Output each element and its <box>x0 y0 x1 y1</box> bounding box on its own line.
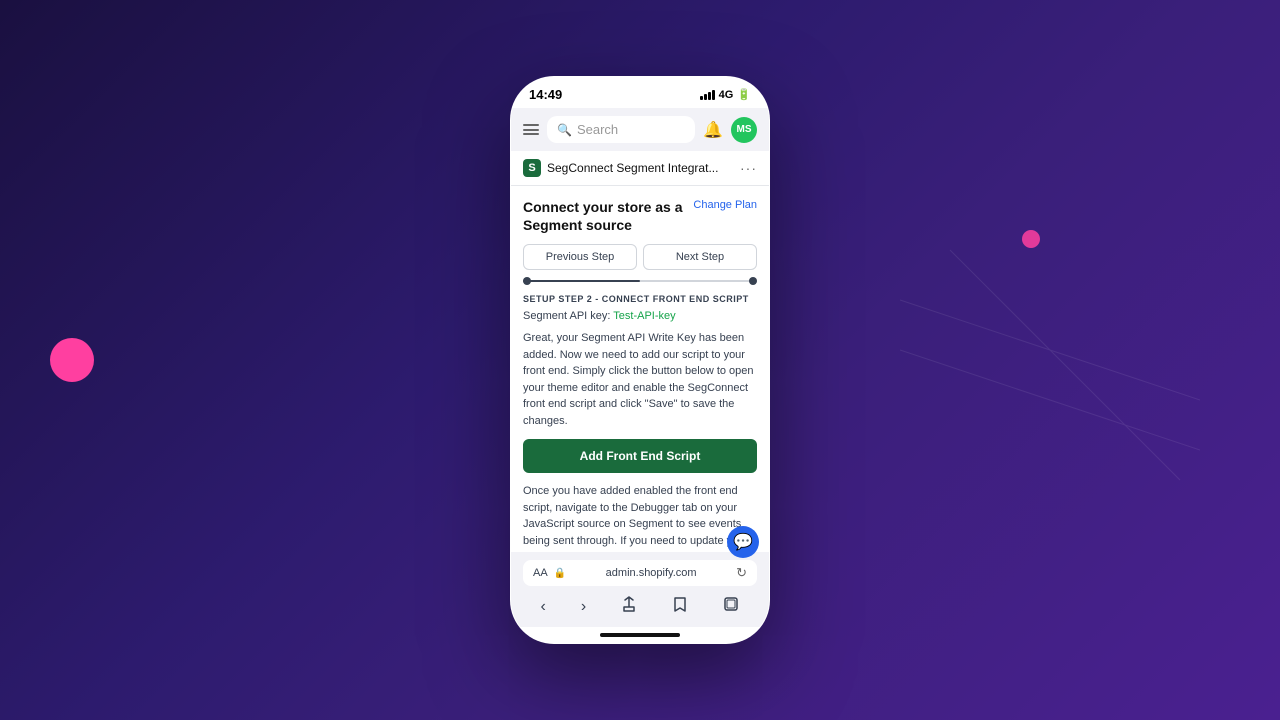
share-button[interactable] <box>615 594 643 619</box>
api-key-value: Test-API-key <box>613 310 675 322</box>
section-header-row: Connect your store as a Segment source C… <box>523 198 757 234</box>
tabs-button[interactable] <box>717 594 745 619</box>
url-text: admin.shopify.com <box>572 567 730 579</box>
notifications-button[interactable]: 🔔 <box>703 120 723 140</box>
hamburger-button[interactable] <box>523 124 539 135</box>
url-bar: AA 🔒 admin.shopify.com ↻ <box>523 560 757 586</box>
api-key-row: Segment API key: Test-API-key <box>523 310 757 322</box>
add-front-end-script-button[interactable]: Add Front End Script <box>523 439 757 473</box>
back-button[interactable]: ‹ <box>535 596 552 618</box>
search-icon: 🔍 <box>557 123 572 137</box>
description-text: Great, your Segment API Write Key has be… <box>523 330 757 429</box>
change-plan-button[interactable]: Change Plan <box>693 198 757 212</box>
chat-icon: 💬 <box>733 532 753 552</box>
previous-step-button[interactable]: Previous Step <box>523 244 637 270</box>
bottom-navigation: ‹ › <box>523 594 757 619</box>
bg-circle-pink <box>50 338 94 382</box>
chat-button[interactable]: 💬 <box>727 526 759 552</box>
search-bar[interactable]: 🔍 Search <box>547 116 695 143</box>
app-title-row: S SegConnect Segment Integrat... <box>523 159 718 177</box>
bg-decorative-lines <box>900 200 1200 500</box>
aa-label: AA <box>533 567 548 579</box>
bottom-description: Once you have added enabled the front en… <box>523 483 757 552</box>
hamburger-line <box>523 124 539 126</box>
status-time: 14:49 <box>529 87 562 102</box>
user-avatar-button[interactable]: MS <box>731 117 757 143</box>
progress-dot-end <box>749 277 757 285</box>
section-title: Connect your store as a Segment source <box>523 198 685 234</box>
home-indicator <box>511 627 769 643</box>
reload-button[interactable]: ↻ <box>736 565 747 581</box>
hamburger-line <box>523 129 539 131</box>
battery-icon: 🔋 <box>737 88 751 101</box>
page-content: S SegConnect Segment Integrat... ··· Con… <box>511 151 769 552</box>
step-navigation: Previous Step Next Step <box>523 244 757 270</box>
search-placeholder: Search <box>577 122 618 137</box>
lock-icon: 🔒 <box>554 568 566 579</box>
progress-dot-start <box>523 277 531 285</box>
more-options-button[interactable]: ··· <box>740 160 757 176</box>
bottom-bar: AA 🔒 admin.shopify.com ↻ ‹ › <box>511 552 769 627</box>
home-bar <box>600 633 680 637</box>
status-bar: 14:49 4G 🔋 <box>511 77 769 108</box>
api-key-label: Segment API key: <box>523 310 610 322</box>
browser-nav-bar: 🔍 Search 🔔 MS <box>511 108 769 151</box>
hamburger-line <box>523 133 539 135</box>
forward-button[interactable]: › <box>575 596 592 618</box>
signal-icon <box>700 90 715 100</box>
next-step-button[interactable]: Next Step <box>643 244 757 270</box>
bookmarks-button[interactable] <box>666 594 694 619</box>
app-title: SegConnect Segment Integrat... <box>547 161 718 175</box>
app-icon: S <box>523 159 541 177</box>
scroll-area: Connect your store as a Segment source C… <box>511 186 769 552</box>
progress-bar <box>523 278 757 284</box>
app-header: S SegConnect Segment Integrat... ··· <box>511 151 769 186</box>
setup-step-label: SETUP STEP 2 - CONNECT FRONT END SCRIPT <box>523 294 757 304</box>
progress-track <box>523 280 757 282</box>
progress-fill <box>523 280 640 282</box>
network-indicator: 4G <box>719 89 734 101</box>
phone-frame: 14:49 4G 🔋 🔍 Search 🔔 MS <box>510 76 770 644</box>
status-icons: 4G 🔋 <box>700 88 751 101</box>
